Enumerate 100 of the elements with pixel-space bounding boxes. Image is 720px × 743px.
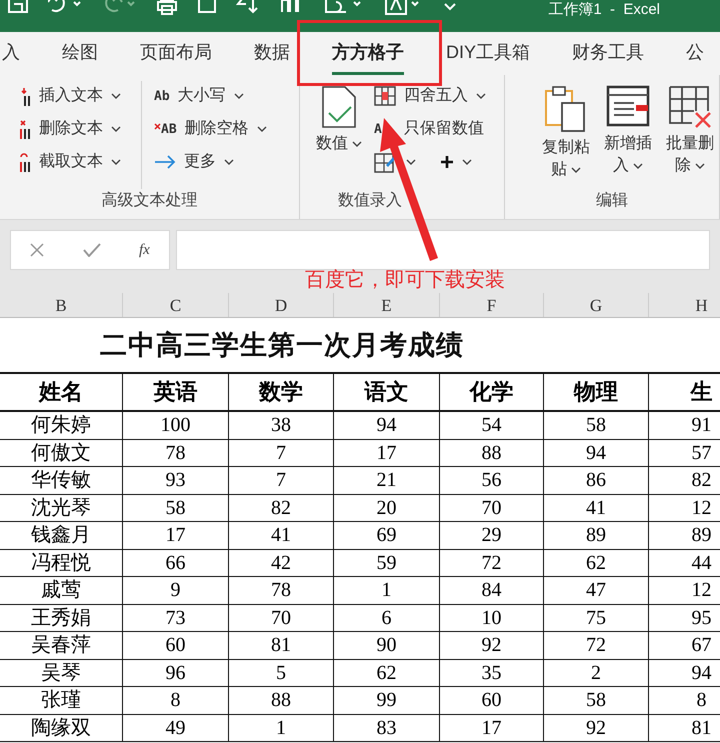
table-cell: 88 [440,440,544,466]
table-cell: 何朱婷 [0,412,123,438]
table-cell: 95 [649,604,720,631]
table-cell: 58 [544,412,649,438]
table-cell: 17 [334,440,440,466]
table-cell: 57 [649,440,720,466]
table-cell: 陶缘双 [0,714,123,741]
ribbon-large-button[interactable]: 复制粘贴 [537,81,595,189]
column-header[interactable]: E [334,293,440,317]
table-header-cell: 数学 [229,374,334,410]
ribbon-large-button[interactable]: 批量删除 [661,81,719,189]
ribbon-tab[interactable]: DIY工具箱 [446,32,530,75]
table-cell: 62 [544,550,649,576]
table-cell: 73 [123,604,229,631]
ribbon-button[interactable]: AB 删除空格 [150,114,271,144]
table-cell: 91 [649,412,720,438]
table-cell: 60 [440,687,544,714]
table-cell: 75 [544,604,649,631]
table-cell: 20 [334,494,440,521]
text-case-icon: AB [161,122,177,136]
check-icon[interactable] [82,243,101,257]
group-label: 编辑 [596,190,628,211]
table-cell: 钱鑫月 [0,522,123,548]
ribbon-button[interactable]: 四舍五入 [370,81,490,111]
table-cell: 1 [229,714,334,741]
table-cell: 29 [440,522,544,548]
table-cell: 47 [544,577,649,604]
column-header[interactable]: C [123,293,229,317]
table-cell: 7 [229,467,334,494]
table-cell: 72 [440,550,544,576]
table-cell: 82 [649,467,720,494]
table-header-cell: 语文 [334,374,440,410]
ribbon-tab[interactable]: 数据 [254,32,290,75]
delete-mark-icon [154,122,161,130]
table-cell: 何傲文 [0,440,123,466]
table-cell: 12 [649,494,720,521]
table-cell: 89 [544,522,649,548]
table-grid-icon [374,86,396,106]
table-cell: 83 [334,714,440,741]
table-cell: 58 [544,687,649,714]
table-cell: 5 [229,660,334,686]
table-cell: 59 [334,550,440,576]
arrow-right-icon [154,155,176,169]
table-cell: 17 [123,522,229,548]
table-cell: 84 [440,577,544,604]
column-header[interactable]: D [229,293,334,317]
table-cell: 94 [649,660,720,686]
ribbon-tab[interactable]: 财务工具 [572,32,644,75]
ribbon-button[interactable]: 插入文本 [16,81,125,111]
table-cell: 42 [229,550,334,576]
document-check-icon [321,85,357,129]
table-cell: 66 [123,550,229,576]
column-header[interactable]: G [544,293,649,317]
table-cell: 38 [229,412,334,438]
table-cell: 戚莺 [0,577,123,604]
table-cell: 8 [123,687,229,714]
table-cell: 69 [334,522,440,548]
table-header-cell: 英语 [123,374,229,410]
table-cell: 35 [440,660,544,686]
table-cell: 41 [229,522,334,548]
ribbon-tab[interactable]: 公 [686,32,704,75]
ribbon-large-button[interactable]: 数值 [316,81,362,189]
formula-input[interactable] [176,230,710,270]
window-title: 工作簿1 - Excel [548,0,661,19]
table-cell: 冯程悦 [0,550,123,576]
cut-text-icon [20,152,31,172]
ribbon-button[interactable]: Ab 大小写 [150,81,271,111]
ribbon-button[interactable]: 删除文本 [16,114,125,144]
delete-text-icon [20,120,31,138]
group-label: 数值录入 [338,190,402,211]
table-cell: 10 [440,604,544,631]
column-header[interactable]: F [440,293,544,317]
ribbon-tab[interactable]: 绘图 [62,32,98,75]
table-cell: 9 [123,577,229,604]
table-cell: 89 [649,522,720,548]
ribbon-button[interactable]: A 只保留数值 [370,114,490,144]
table-cell: 44 [649,550,720,576]
table-cell: 8 [649,687,720,714]
table-cell: 吴琴 [0,660,123,686]
ribbon-button[interactable]: 更多 [150,147,238,177]
table-cell: 张瑾 [0,687,123,714]
delete-table-icon [668,85,712,129]
table-cell: 92 [544,714,649,741]
ribbon-tab[interactable]: 入 [2,32,20,75]
ribbon-tab[interactable]: 页面布局 [140,32,212,75]
ribbon-button[interactable]: 截取文本 [16,147,125,177]
table-cell: 21 [334,467,440,494]
table-header-cell: 物理 [544,374,649,410]
table-cell: 78 [229,577,334,604]
table-cell: 华传敏 [0,467,123,494]
table-cell: 60 [123,632,229,658]
table-cell: 41 [544,494,649,521]
cancel-icon[interactable] [30,243,44,257]
ribbon-large-button[interactable]: 新增插入 [599,81,657,189]
table-cell: 94 [544,440,649,466]
column-header[interactable]: H [649,293,720,317]
table-cell: 93 [123,467,229,494]
table-cell: 81 [229,632,334,658]
column-header[interactable]: B [0,293,123,317]
insert-function-button[interactable]: fx [138,238,150,262]
